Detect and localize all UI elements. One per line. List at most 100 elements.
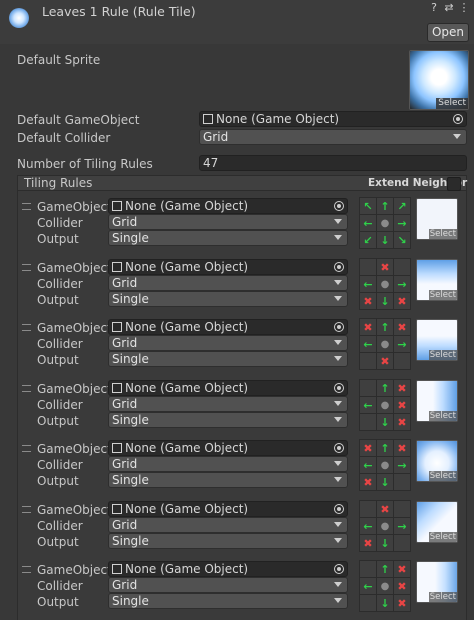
not-match-x-icon[interactable]: ✖ bbox=[394, 561, 410, 577]
not-match-x-icon[interactable]: ✖ bbox=[360, 474, 376, 490]
sprite-select-button[interactable]: Select bbox=[436, 98, 468, 109]
match-arrow-icon[interactable]: ← bbox=[360, 276, 376, 292]
neighbor-grid[interactable]: ↖ ↑ ↗ ← ● → ↙ ↓ ↘ bbox=[359, 197, 411, 249]
match-arrow-icon[interactable]: → bbox=[394, 518, 410, 534]
rule-sprite-field[interactable]: Select bbox=[416, 198, 458, 240]
match-arrow-icon[interactable]: ↑ bbox=[377, 380, 393, 396]
neighbor-grid[interactable]: ✖ ↑ ✖ ← ● → ✖ ↓ bbox=[359, 439, 411, 491]
match-arrow-icon[interactable]: ↓ bbox=[377, 293, 393, 309]
rule-gameobject-field[interactable]: None (Game Object) bbox=[108, 319, 348, 335]
rule-sprite-select-button[interactable]: Select bbox=[428, 471, 457, 481]
rule-gameobject-field[interactable]: None (Game Object) bbox=[108, 380, 348, 396]
object-picker-icon[interactable] bbox=[334, 564, 344, 574]
not-match-x-icon[interactable]: ✖ bbox=[360, 535, 376, 551]
rule-output-dropdown[interactable]: Single bbox=[108, 412, 348, 428]
match-arrow-icon[interactable]: ← bbox=[360, 457, 376, 473]
center-cell-icon[interactable]: ● bbox=[377, 276, 393, 292]
drag-handle-icon[interactable] bbox=[22, 324, 31, 331]
rule-sprite-field[interactable]: Select bbox=[416, 319, 458, 361]
match-arrow-icon[interactable]: ↘ bbox=[394, 232, 410, 248]
match-arrow-icon[interactable]: ← bbox=[360, 518, 376, 534]
not-match-x-icon[interactable]: ✖ bbox=[360, 440, 376, 456]
rule-collider-dropdown[interactable]: Grid bbox=[108, 275, 348, 291]
rule-collider-dropdown[interactable]: Grid bbox=[108, 456, 348, 472]
not-match-x-icon[interactable]: ✖ bbox=[394, 440, 410, 456]
center-cell-icon[interactable]: ● bbox=[377, 457, 393, 473]
match-arrow-icon[interactable]: → bbox=[394, 336, 410, 352]
neighbor-cell-empty[interactable] bbox=[360, 259, 376, 275]
not-match-x-icon[interactable]: ✖ bbox=[394, 380, 410, 396]
rule-output-dropdown[interactable]: Single bbox=[108, 291, 348, 307]
rule-sprite-select-button[interactable]: Select bbox=[428, 411, 457, 421]
object-picker-icon[interactable] bbox=[334, 262, 344, 272]
match-arrow-icon[interactable]: ↗ bbox=[394, 198, 410, 214]
neighbor-grid[interactable]: ↑ ✖ ← ● ✖ ↓ ✖ bbox=[359, 379, 411, 431]
neighbor-cell-empty[interactable] bbox=[360, 353, 376, 369]
match-arrow-icon[interactable]: ↑ bbox=[377, 561, 393, 577]
not-match-x-icon[interactable]: ✖ bbox=[377, 353, 393, 369]
rule-sprite-select-button[interactable]: Select bbox=[428, 350, 457, 360]
object-picker-icon[interactable] bbox=[453, 114, 463, 124]
object-picker-icon[interactable] bbox=[334, 504, 344, 514]
not-match-x-icon[interactable]: ✖ bbox=[394, 397, 410, 413]
neighbor-cell-empty[interactable] bbox=[394, 474, 410, 490]
drag-handle-icon[interactable] bbox=[22, 506, 31, 513]
default-gameobject-field[interactable]: None (Game Object) bbox=[199, 111, 467, 127]
object-picker-icon[interactable] bbox=[334, 322, 344, 332]
neighbor-cell-empty[interactable] bbox=[394, 259, 410, 275]
not-match-x-icon[interactable]: ✖ bbox=[377, 259, 393, 275]
match-arrow-icon[interactable]: ↓ bbox=[377, 535, 393, 551]
rule-output-dropdown[interactable]: Single bbox=[108, 472, 348, 488]
not-match-x-icon[interactable]: ✖ bbox=[394, 578, 410, 594]
neighbor-cell-empty[interactable] bbox=[360, 595, 376, 611]
neighbor-cell-empty[interactable] bbox=[360, 561, 376, 577]
match-arrow-icon[interactable]: ← bbox=[360, 336, 376, 352]
neighbor-cell-empty[interactable] bbox=[360, 414, 376, 430]
rule-sprite-field[interactable]: Select bbox=[416, 440, 458, 482]
match-arrow-icon[interactable]: ↓ bbox=[377, 414, 393, 430]
rule-output-dropdown[interactable]: Single bbox=[108, 351, 348, 367]
rule-collider-dropdown[interactable]: Grid bbox=[108, 335, 348, 351]
match-arrow-icon[interactable]: ← bbox=[360, 578, 376, 594]
object-picker-icon[interactable] bbox=[334, 443, 344, 453]
rule-gameobject-field[interactable]: None (Game Object) bbox=[108, 259, 348, 275]
drag-handle-icon[interactable] bbox=[22, 203, 31, 210]
rule-collider-dropdown[interactable]: Grid bbox=[108, 577, 348, 593]
rule-collider-dropdown[interactable]: Grid bbox=[108, 517, 348, 533]
center-cell-icon[interactable]: ● bbox=[377, 397, 393, 413]
rule-collider-dropdown[interactable]: Grid bbox=[108, 214, 348, 230]
match-arrow-icon[interactable]: ↓ bbox=[377, 595, 393, 611]
rule-output-dropdown[interactable]: Single bbox=[108, 230, 348, 246]
rule-gameobject-field[interactable]: None (Game Object) bbox=[108, 561, 348, 577]
object-picker-icon[interactable] bbox=[334, 201, 344, 211]
default-collider-dropdown[interactable]: Grid bbox=[199, 129, 467, 145]
rule-sprite-field[interactable]: Select bbox=[416, 259, 458, 301]
match-arrow-icon[interactable]: ← bbox=[360, 397, 376, 413]
sliders-icon[interactable]: ⇄ bbox=[443, 2, 455, 14]
rule-sprite-field[interactable]: Select bbox=[416, 501, 458, 543]
center-cell-icon[interactable]: ● bbox=[377, 578, 393, 594]
drag-handle-icon[interactable] bbox=[22, 264, 31, 271]
neighbor-grid[interactable]: ✖ ← ● → ✖ ↓ ✖ bbox=[359, 258, 411, 310]
rule-output-dropdown[interactable]: Single bbox=[108, 593, 348, 609]
match-arrow-icon[interactable]: → bbox=[394, 276, 410, 292]
center-cell-icon[interactable]: ● bbox=[377, 518, 393, 534]
rule-sprite-select-button[interactable]: Select bbox=[428, 532, 457, 542]
not-match-x-icon[interactable]: ✖ bbox=[360, 319, 376, 335]
not-match-x-icon[interactable]: ✖ bbox=[394, 595, 410, 611]
not-match-x-icon[interactable]: ✖ bbox=[377, 501, 393, 517]
object-picker-icon[interactable] bbox=[334, 383, 344, 393]
match-arrow-icon[interactable]: ↓ bbox=[377, 232, 393, 248]
rule-collider-dropdown[interactable]: Grid bbox=[108, 396, 348, 412]
match-arrow-icon[interactable]: ← bbox=[360, 215, 376, 231]
drag-handle-icon[interactable] bbox=[22, 566, 31, 573]
neighbor-cell-empty[interactable] bbox=[394, 535, 410, 551]
rule-sprite-select-button[interactable]: Select bbox=[428, 592, 457, 602]
center-cell-icon[interactable]: ● bbox=[377, 215, 393, 231]
open-button[interactable]: Open bbox=[427, 23, 469, 42]
not-match-x-icon[interactable]: ✖ bbox=[394, 414, 410, 430]
neighbor-cell-empty[interactable] bbox=[360, 501, 376, 517]
extend-neighbor-checkbox[interactable] bbox=[447, 177, 461, 191]
rule-sprite-select-button[interactable]: Select bbox=[428, 229, 457, 239]
match-arrow-icon[interactable]: ↑ bbox=[377, 440, 393, 456]
